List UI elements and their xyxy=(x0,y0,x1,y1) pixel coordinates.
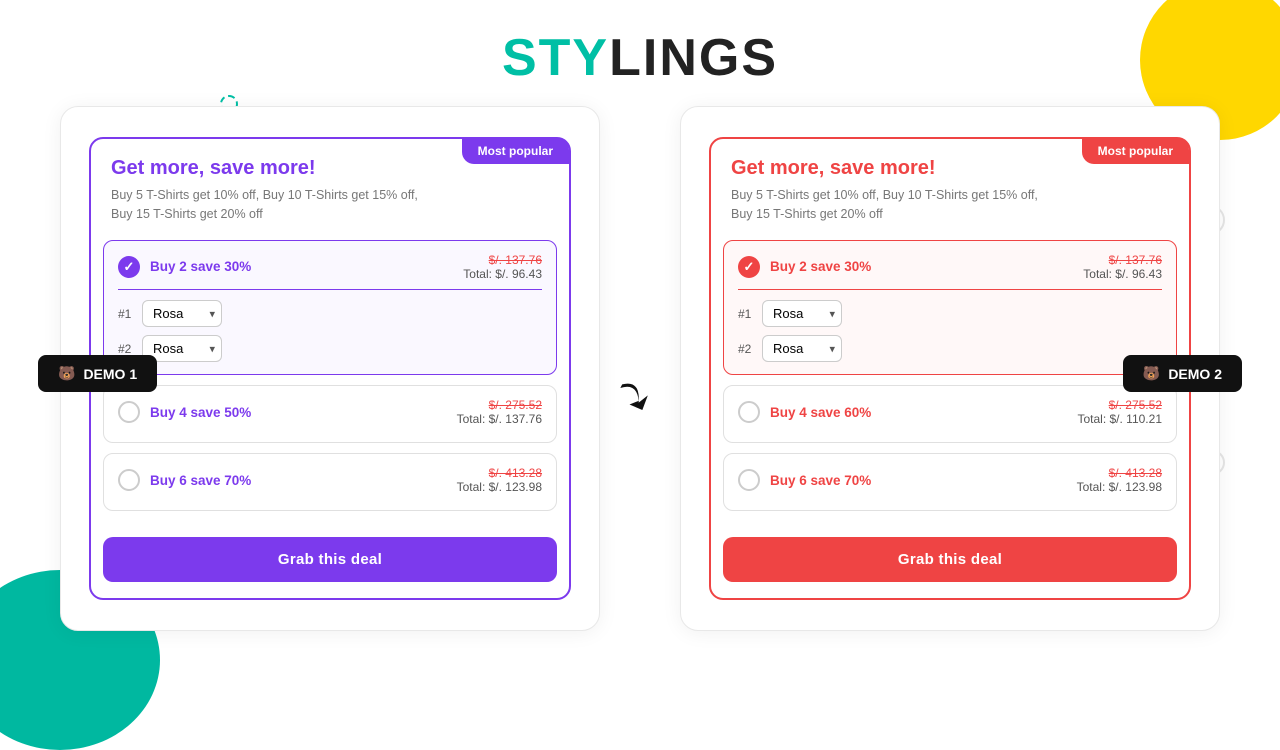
card2-option-3[interactable]: Buy 6 save 70% $/. 413.28 Total: $/. 123… xyxy=(723,453,1177,511)
card2-option2-prices: $/. 275.52 Total: $/. 110.21 xyxy=(1077,398,1162,426)
card2-radio-3 xyxy=(738,469,760,491)
arrow-container xyxy=(600,106,680,421)
card1-option1-total: Total: $/. 96.43 xyxy=(463,267,542,281)
card2-option2-label: Buy 4 save 60% xyxy=(770,405,871,420)
card2-option3-original: $/. 413.28 xyxy=(1077,466,1162,480)
card2-grab-button[interactable]: Grab this deal xyxy=(723,537,1177,582)
deal-card-2: Most popular Get more, save more! Buy 5 … xyxy=(709,137,1191,600)
card2-dropdown2-num: #2 xyxy=(738,342,754,356)
card1-check-1: ✓ xyxy=(118,256,140,278)
card2-option1-total: Total: $/. 96.43 xyxy=(1083,267,1162,281)
card1-option-2[interactable]: Buy 4 save 50% $/. 275.52 Total: $/. 137… xyxy=(103,385,557,443)
card2-option-2[interactable]: Buy 4 save 60% $/. 275.52 Total: $/. 110… xyxy=(723,385,1177,443)
arrow-icon xyxy=(613,366,668,421)
site-title: STYLINGS xyxy=(0,28,1280,88)
card2-divider xyxy=(738,289,1162,291)
card1-option3-original: $/. 413.28 xyxy=(457,466,542,480)
card1-dropdown2-num: #2 xyxy=(118,342,134,356)
card1-grab-button[interactable]: Grab this deal xyxy=(103,537,557,582)
card1-subtitle: Buy 5 T-Shirts get 10% off, Buy 10 T-Shi… xyxy=(111,186,549,224)
card1-option3-label: Buy 6 save 70% xyxy=(150,473,251,488)
card2-dropdown1-select[interactable]: Rosa Azul Verde Negro Blanco xyxy=(762,300,842,327)
demo1-emoji: 🐻 xyxy=(58,365,75,382)
card2-option2-original: $/. 275.52 xyxy=(1077,398,1162,412)
card2-badge: Most popular xyxy=(1082,138,1189,164)
card1-option3-total: Total: $/. 123.98 xyxy=(457,480,542,494)
card1-options: ✓ Buy 2 save 30% $/. 137.76 Total: $/. 9… xyxy=(91,240,569,524)
card1-dropdown2-row: #2 Rosa Azul Verde Negro Blanco xyxy=(118,335,542,362)
card1-badge: Most popular xyxy=(462,138,569,164)
card1-dropdown1-wrapper: Rosa Azul Verde Negro Blanco xyxy=(142,300,222,327)
demo2-button[interactable]: 🐻 DEMO 2 xyxy=(1123,355,1242,392)
card2-radio-2 xyxy=(738,401,760,423)
demo1-button[interactable]: 🐻 DEMO 1 xyxy=(38,355,157,392)
card2-option3-total: Total: $/. 123.98 xyxy=(1077,480,1162,494)
card2-dropdown2-select[interactable]: Rosa Azul Verde Negro Blanco xyxy=(762,335,842,362)
title-sty: STY xyxy=(502,29,609,87)
card1-option1-prices: $/. 137.76 Total: $/. 96.43 xyxy=(463,253,542,281)
demo2-emoji: 🐻 xyxy=(1143,365,1160,382)
card2-option3-label: Buy 6 save 70% xyxy=(770,473,871,488)
card1-dropdown1-row: #1 Rosa Azul Verde Negro Blanco xyxy=(118,300,542,327)
card2-option1-prices: $/. 137.76 Total: $/. 96.43 xyxy=(1083,253,1162,281)
card1-option-3[interactable]: Buy 6 save 70% $/. 413.28 Total: $/. 123… xyxy=(103,453,557,511)
card2-option3-prices: $/. 413.28 Total: $/. 123.98 xyxy=(1077,466,1162,494)
card1-dropdowns: #1 Rosa Azul Verde Negro Blanco xyxy=(118,300,542,362)
card2-dropdown1-num: #1 xyxy=(738,307,754,321)
card1-option2-original: $/. 275.52 xyxy=(457,398,542,412)
card1-radio-3 xyxy=(118,469,140,491)
title-lings: LINGS xyxy=(609,29,778,87)
card1-radio-2 xyxy=(118,401,140,423)
card2-option-1[interactable]: ✓ Buy 2 save 30% $/. 137.76 Total: $/. 9… xyxy=(723,240,1177,376)
card1-option2-prices: $/. 275.52 Total: $/. 137.76 xyxy=(457,398,542,426)
card2-check-1: ✓ xyxy=(738,256,760,278)
card2-dropdown1-wrapper: Rosa Azul Verde Negro Blanco xyxy=(762,300,842,327)
card2-options: ✓ Buy 2 save 30% $/. 137.76 Total: $/. 9… xyxy=(711,240,1189,524)
main-container: Most popular Get more, save more! Buy 5 … xyxy=(0,106,1280,631)
card2-option1-label: Buy 2 save 30% xyxy=(770,259,871,274)
card1-option2-label: Buy 4 save 50% xyxy=(150,405,251,420)
card1-option1-label: Buy 2 save 30% xyxy=(150,259,251,274)
card1-dropdown1-num: #1 xyxy=(118,307,134,321)
card2-dropdown2-row: #2 Rosa Azul Verde Negro Blanco xyxy=(738,335,1162,362)
card1-divider xyxy=(118,289,542,291)
deal-card-1: Most popular Get more, save more! Buy 5 … xyxy=(89,137,571,600)
card2-option2-total: Total: $/. 110.21 xyxy=(1077,412,1162,426)
card2-dropdown2-wrapper: Rosa Azul Verde Negro Blanco xyxy=(762,335,842,362)
demo1-label: DEMO 1 xyxy=(83,366,137,382)
header: STYLINGS xyxy=(0,0,1280,106)
card2-option1-original: $/. 137.76 xyxy=(1083,253,1162,267)
card1-option3-prices: $/. 413.28 Total: $/. 123.98 xyxy=(457,466,542,494)
card1-option1-original: $/. 137.76 xyxy=(463,253,542,267)
card1-option-1[interactable]: ✓ Buy 2 save 30% $/. 137.76 Total: $/. 9… xyxy=(103,240,557,376)
card1-option2-total: Total: $/. 137.76 xyxy=(457,412,542,426)
card2-dropdown1-row: #1 Rosa Azul Verde Negro Blanco xyxy=(738,300,1162,327)
demo2-label: DEMO 2 xyxy=(1168,366,1222,382)
card2-subtitle: Buy 5 T-Shirts get 10% off, Buy 10 T-Shi… xyxy=(731,186,1169,224)
card2-dropdowns: #1 Rosa Azul Verde Negro Blanco xyxy=(738,300,1162,362)
card1-dropdown1-select[interactable]: Rosa Azul Verde Negro Blanco xyxy=(142,300,222,327)
